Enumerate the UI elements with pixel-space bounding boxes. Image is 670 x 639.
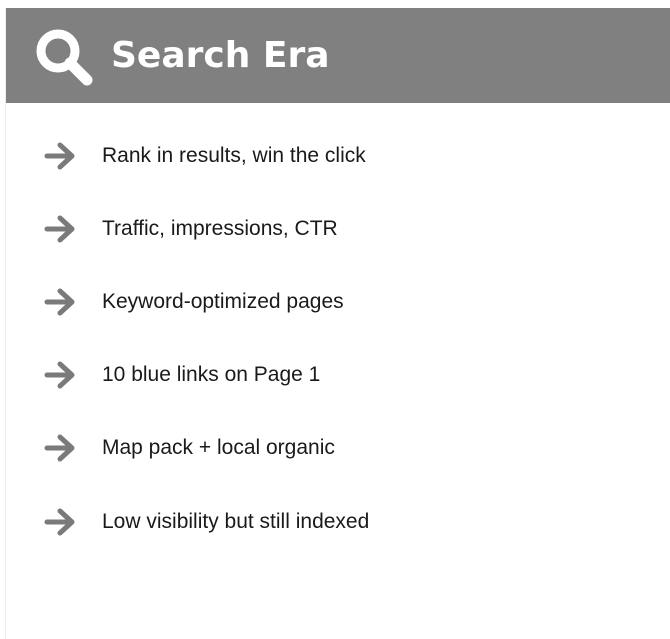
list-item: Traffic, impressions, CTR bbox=[6, 208, 670, 248]
arrow-right-icon bbox=[44, 215, 75, 243]
arrow-right-icon bbox=[44, 508, 75, 536]
search-era-card: Search Era Rank in results, win the clic… bbox=[5, 8, 670, 639]
card-header: Search Era bbox=[6, 8, 670, 103]
list-item: 10 blue links on Page 1 bbox=[6, 354, 670, 394]
list-item: Rank in results, win the click bbox=[6, 135, 670, 175]
arrow-right-icon bbox=[44, 434, 75, 462]
card-title: Search Era bbox=[111, 35, 330, 76]
arrow-right-icon bbox=[44, 361, 75, 389]
search-icon bbox=[36, 29, 93, 86]
list-item-label: Low visibility but still indexed bbox=[102, 510, 370, 533]
list-item: Low visibility but still indexed bbox=[6, 501, 670, 541]
list-item: Keyword-optimized pages bbox=[6, 281, 670, 321]
arrow-right-icon bbox=[44, 288, 75, 316]
list-item: Map pack + local organic bbox=[6, 427, 670, 467]
list-item-label: Traffic, impressions, CTR bbox=[102, 217, 338, 240]
arrow-right-icon bbox=[44, 142, 75, 170]
list-item-label: Map pack + local organic bbox=[102, 436, 335, 459]
list-item-label: 10 blue links on Page 1 bbox=[102, 363, 321, 386]
list-item-label: Keyword-optimized pages bbox=[102, 290, 344, 313]
list-item-label: Rank in results, win the click bbox=[102, 144, 366, 167]
